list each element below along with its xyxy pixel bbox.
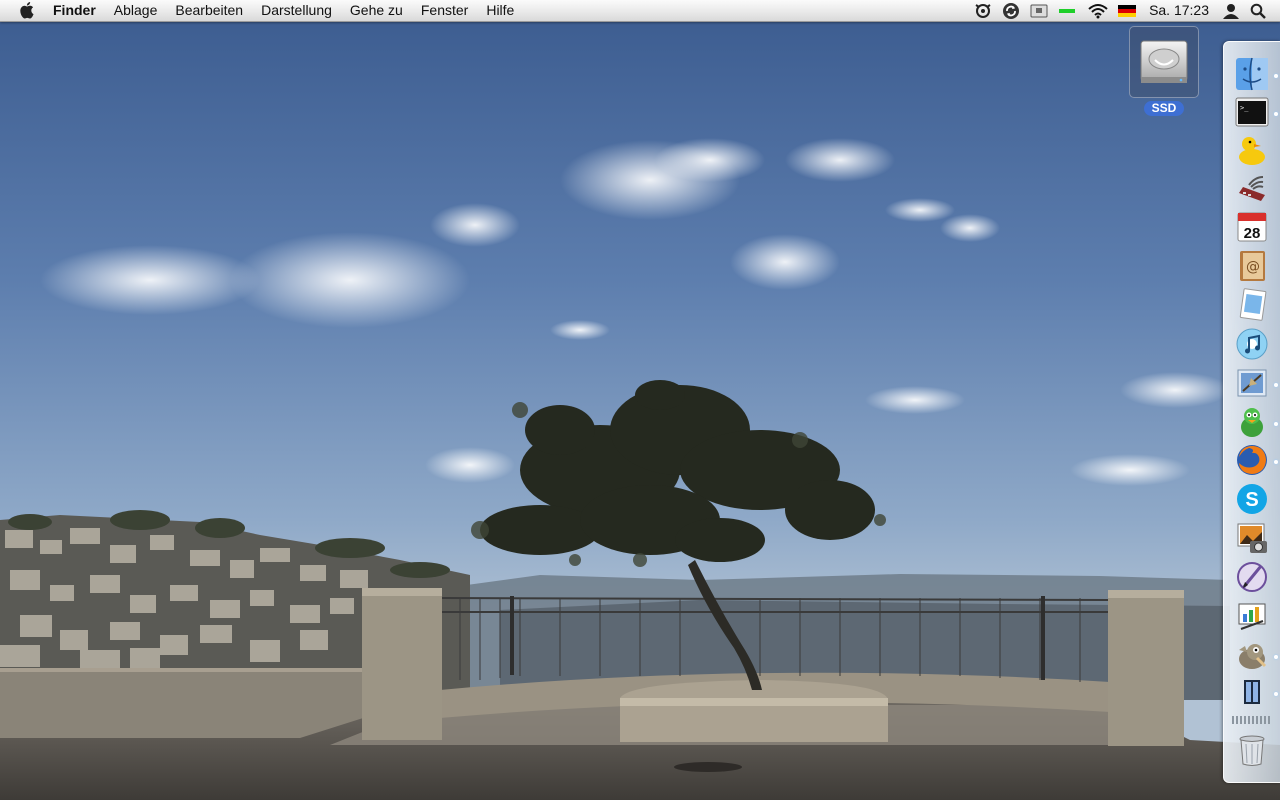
iphoto-icon: [1237, 523, 1267, 553]
dock-separator: [1232, 716, 1272, 724]
menu-fenster[interactable]: Fenster: [412, 0, 477, 21]
adium-icon: [1241, 408, 1263, 437]
hard-drive-icon: [1140, 40, 1188, 83]
finder-icon: [1236, 57, 1268, 91]
dock-item-finder[interactable]: [1230, 56, 1274, 92]
dock-item-mail[interactable]: [1230, 365, 1274, 401]
running-indicator: [1274, 460, 1278, 464]
wifi-icon: [1088, 3, 1108, 18]
display-icon: [1030, 4, 1048, 17]
menu-extras: Sa. 17:23: [969, 0, 1280, 21]
dock-item-itunes[interactable]: [1230, 326, 1274, 362]
dock-item-calendar[interactable]: 28: [1230, 209, 1274, 245]
dock-item-trash[interactable]: [1230, 732, 1274, 768]
user-icon: [1223, 3, 1239, 19]
disk-icon-frame: [1129, 26, 1199, 98]
dock-item-gimp[interactable]: [1230, 637, 1274, 673]
wifi-menu[interactable]: [1083, 0, 1113, 21]
mail-icon: [1237, 369, 1267, 397]
battery-icon: [1059, 8, 1076, 13]
running-indicator: [1274, 383, 1278, 387]
sync-icon: [1003, 2, 1020, 19]
dock-item-skype[interactable]: S: [1230, 481, 1274, 517]
dock-item-preview[interactable]: [1230, 287, 1274, 323]
spotlight-search-icon: [1250, 3, 1266, 19]
running-indicator: [1274, 112, 1278, 116]
svg-text:@: @: [1246, 259, 1260, 275]
battery-menu[interactable]: [1053, 0, 1083, 21]
terminal-icon: >_: [1235, 97, 1269, 127]
preview-icon: [1239, 288, 1267, 321]
sync-menu[interactable]: [997, 0, 1025, 21]
menu-gehe-zu[interactable]: Gehe zu: [341, 0, 412, 21]
menu-hilfe[interactable]: Hilfe: [477, 0, 523, 21]
dock-item-cyberduck[interactable]: [1230, 132, 1274, 168]
firefox-icon: [1237, 445, 1267, 475]
running-indicator: [1274, 74, 1278, 78]
dock-item-adium[interactable]: [1230, 404, 1274, 440]
german-flag-icon: [1118, 4, 1137, 17]
desktop-wallpaper: [0, 0, 1280, 800]
cyberduck-icon: [1239, 137, 1265, 165]
time-machine-icon: [975, 3, 991, 18]
dock-item-iphoto[interactable]: [1230, 520, 1274, 556]
network-utility-icon: [1239, 176, 1265, 201]
dock-item-terminal[interactable]: >_: [1230, 94, 1274, 130]
columns-app-icon: [1244, 680, 1260, 704]
menu-bar: Finder Ablage Bearbeiten Darstellung Geh…: [0, 0, 1280, 22]
calendar-icon: 28: [1237, 212, 1267, 242]
running-indicator: [1274, 692, 1278, 696]
dock: >_ 28 @ S: [1223, 41, 1280, 783]
running-indicator: [1274, 422, 1278, 426]
skype-icon: S: [1237, 484, 1267, 514]
gimp-icon: [1239, 644, 1267, 669]
dock-item-firefox[interactable]: [1230, 442, 1274, 478]
dock-item-address-book[interactable]: @: [1230, 248, 1274, 284]
display-menu[interactable]: [1025, 0, 1053, 21]
user-menu[interactable]: [1217, 0, 1245, 21]
pen-tool-icon: [1237, 562, 1267, 592]
time-machine-menu[interactable]: [969, 0, 997, 21]
menu-ablage[interactable]: Ablage: [105, 0, 167, 21]
trash-icon: [1239, 735, 1265, 766]
dock-item-columns-app[interactable]: [1230, 674, 1274, 710]
disk-label: SSD: [1143, 101, 1185, 116]
keynote-icon: [1238, 603, 1266, 630]
input-source-menu[interactable]: [1113, 0, 1141, 21]
apple-menu[interactable]: [16, 0, 38, 21]
dock-item-network-utility[interactable]: [1230, 170, 1274, 206]
menu-finder[interactable]: Finder: [44, 0, 105, 21]
calendar-day: 28: [1244, 225, 1261, 242]
desktop-disk-ssd[interactable]: SSD: [1128, 26, 1200, 117]
menu-bearbeiten[interactable]: Bearbeiten: [166, 0, 252, 21]
itunes-icon: [1236, 328, 1268, 360]
apple-logo-icon: [19, 2, 34, 19]
dock-item-pen-tool[interactable]: [1230, 559, 1274, 595]
svg-text:>_: >_: [1240, 104, 1249, 112]
spotlight-button[interactable]: [1245, 0, 1280, 21]
svg-text:S: S: [1245, 489, 1258, 511]
menubar-clock[interactable]: Sa. 17:23: [1141, 0, 1217, 21]
menu-darstellung[interactable]: Darstellung: [252, 0, 341, 21]
address-book-icon: @: [1240, 251, 1265, 281]
dock-item-keynote[interactable]: [1230, 598, 1274, 634]
running-indicator: [1274, 655, 1278, 659]
